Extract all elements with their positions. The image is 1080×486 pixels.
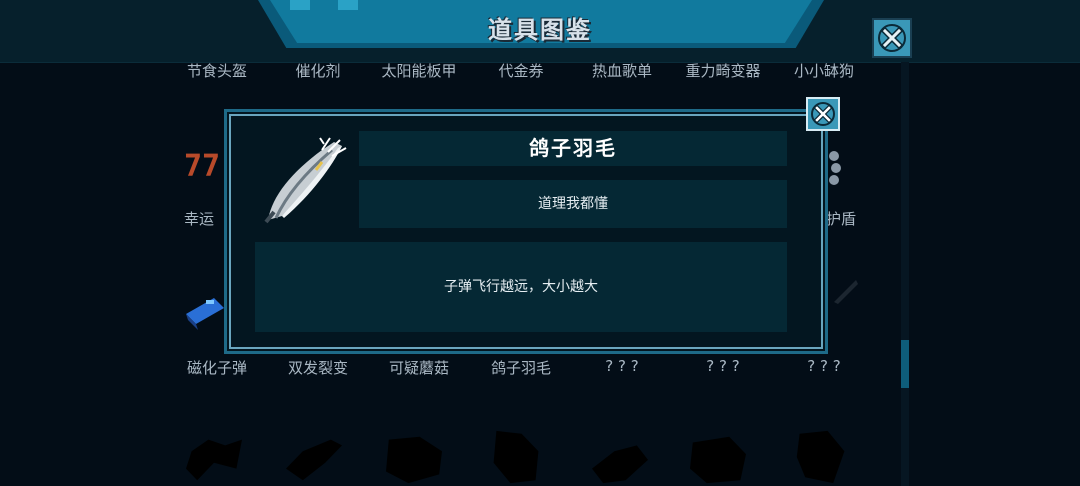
- scrollbar-track[interactable]: [901, 62, 909, 486]
- silhouette-icon[interactable]: [830, 276, 860, 306]
- locked-item-silhouette[interactable]: [386, 436, 442, 484]
- item-label[interactable]: 代金券: [471, 60, 571, 81]
- item-label[interactable]: 热血歌单: [572, 60, 672, 81]
- item-label[interactable]: ? ? ?: [774, 357, 874, 375]
- item-label[interactable]: ? ? ?: [673, 357, 773, 375]
- feather-icon: [264, 137, 347, 224]
- item-label[interactable]: 鸽子羽毛: [471, 357, 571, 378]
- item-label[interactable]: 幸运: [184, 208, 224, 229]
- locked-item-silhouette[interactable]: [493, 430, 539, 484]
- locked-item-silhouette[interactable]: [592, 445, 648, 484]
- item-subtitle: 道理我都懂: [538, 196, 608, 212]
- item-label[interactable]: 可疑蘑菇: [369, 357, 469, 378]
- page-title: 道具图鉴: [488, 16, 592, 44]
- close-icon: [878, 24, 906, 52]
- item-label[interactable]: ? ? ?: [572, 357, 672, 375]
- item-label[interactable]: 小小缽狗: [774, 60, 874, 81]
- item-label[interactable]: 双发裂变: [268, 357, 368, 378]
- locked-item-silhouette[interactable]: [186, 439, 242, 481]
- magnet-bullet-icon[interactable]: [184, 290, 226, 332]
- lucky-seven-icon[interactable]: 77: [184, 150, 224, 180]
- scrollbar-thumb[interactable]: [901, 340, 909, 388]
- popup-close-button[interactable]: [806, 97, 840, 131]
- item-name: 鸽子羽毛: [529, 136, 617, 160]
- item-label[interactable]: 催化剂: [268, 60, 368, 81]
- item-label[interactable]: 磁化子弹: [167, 357, 267, 378]
- shield-icon[interactable]: [826, 148, 846, 192]
- locked-item-silhouette[interactable]: [690, 436, 746, 484]
- tab-decoration: [338, 0, 358, 10]
- item-label[interactable]: 太阳能板甲: [369, 60, 469, 81]
- item-label[interactable]: 重力畸变器: [673, 60, 773, 81]
- svg-text:77: 77: [184, 150, 220, 180]
- item-description: 子弹飞行越远，大小越大: [444, 279, 598, 295]
- item-label[interactable]: 节食头盔: [167, 60, 267, 81]
- locked-item-silhouette[interactable]: [286, 439, 342, 481]
- close-icon: [811, 102, 835, 126]
- close-button[interactable]: [872, 18, 912, 58]
- item-label[interactable]: 护盾: [826, 208, 858, 229]
- locked-item-silhouette[interactable]: [796, 430, 845, 484]
- tab-decoration: [290, 0, 310, 10]
